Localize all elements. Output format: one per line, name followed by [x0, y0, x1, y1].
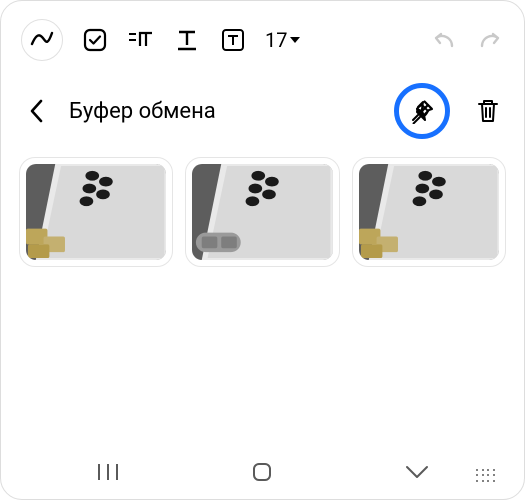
redo-button[interactable]	[476, 26, 504, 54]
clipboard-items	[1, 153, 524, 267]
font-size-selector[interactable]: 17	[265, 28, 301, 52]
text-format-button[interactable]	[127, 26, 155, 54]
chevron-left-icon	[27, 97, 47, 125]
chevron-down-icon	[289, 34, 301, 46]
system-navbar	[1, 445, 524, 499]
chevron-down-icon	[404, 463, 430, 481]
keyboard-toggle[interactable]	[476, 469, 496, 483]
recents-icon	[96, 462, 120, 482]
font-size-value: 17	[265, 28, 287, 52]
undo-button[interactable]	[430, 26, 458, 54]
thumbnail-image	[192, 164, 332, 260]
back-button[interactable]	[21, 95, 53, 127]
thumbnail-image	[26, 164, 166, 260]
delete-button[interactable]	[472, 95, 504, 127]
pen-squiggle-icon	[28, 26, 56, 54]
trash-icon	[476, 97, 500, 125]
app-window: 17 Буфер обмена	[0, 0, 525, 500]
clipboard-item[interactable]	[352, 157, 506, 267]
text-box-button[interactable]	[219, 26, 247, 54]
clipboard-header: Буфер обмена	[1, 71, 524, 153]
handwriting-button[interactable]	[21, 19, 63, 61]
home-button[interactable]	[242, 452, 282, 492]
pin-highlight-ring	[394, 83, 450, 139]
pin-icon	[409, 98, 435, 124]
checkbox-button[interactable]	[81, 26, 109, 54]
editor-toolbar: 17	[1, 1, 524, 71]
clipboard-item[interactable]	[185, 157, 339, 267]
clipboard-item[interactable]	[19, 157, 173, 267]
pin-button[interactable]	[406, 95, 438, 127]
home-icon	[251, 461, 273, 483]
text-underline-button[interactable]	[173, 26, 201, 54]
recents-button[interactable]	[88, 452, 128, 492]
clipboard-title: Буфер обмена	[65, 99, 382, 124]
back-nav-button[interactable]	[397, 452, 437, 492]
thumbnail-image	[359, 164, 499, 260]
